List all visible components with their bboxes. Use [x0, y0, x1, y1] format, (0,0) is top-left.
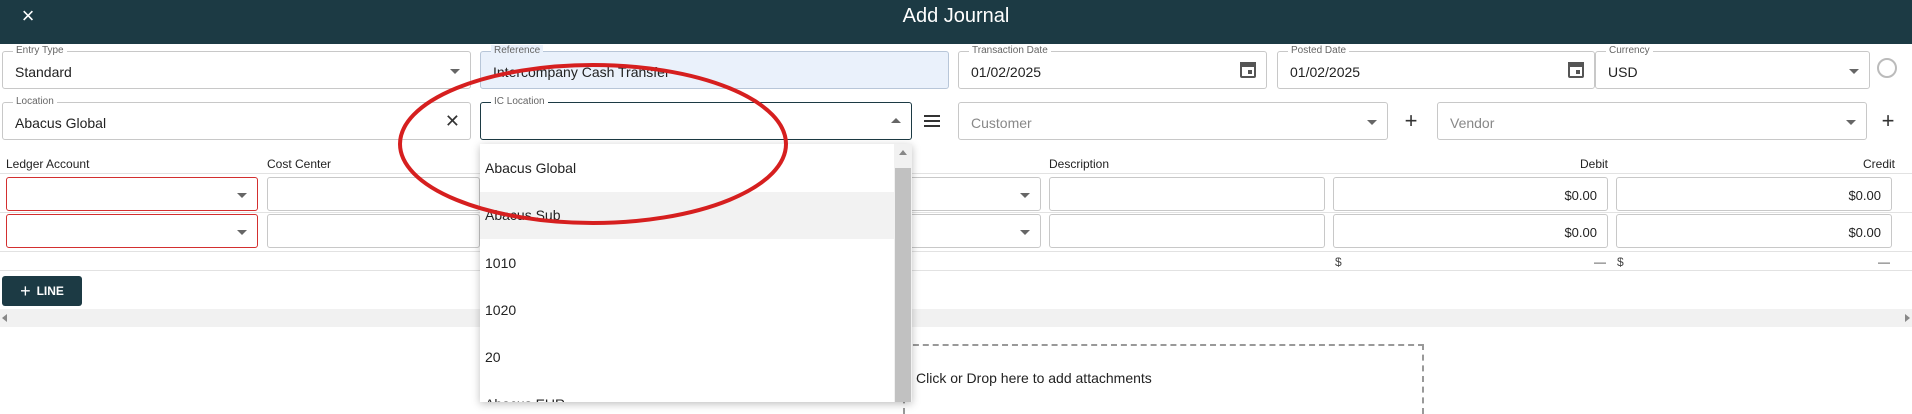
customer-select[interactable]: Customer [958, 102, 1388, 140]
reference-field[interactable]: Reference Intercompany Cash Transfer [480, 45, 949, 89]
col-debit: Debit [1580, 157, 1609, 171]
add-line-button[interactable]: + LINE [2, 276, 82, 306]
add-line-label: LINE [36, 284, 64, 298]
currency-label: Currency [1606, 45, 1653, 57]
ic-location-label: IC Location [491, 96, 548, 108]
ic-location-dropdown: Abacus Global Abacus Sub 1010 1020 20 Ab… [480, 144, 912, 402]
debit-amount: $0.00 [1564, 225, 1597, 240]
credit-total-value: — [1878, 255, 1890, 269]
location-select[interactable]: Location Abacus Global ✕ [2, 96, 471, 140]
col-description: Description [1049, 157, 1110, 171]
chevron-down-icon [237, 193, 247, 198]
chevron-down-icon [237, 230, 247, 235]
plus-icon: + [20, 281, 31, 301]
horizontal-scrollbar[interactable] [0, 309, 1912, 327]
dialog-title: Add Journal [902, 5, 1010, 27]
transaction-date-label: Transaction Date [969, 45, 1051, 57]
list-icon[interactable] [918, 104, 946, 138]
dialog-header: × Add Journal [0, 0, 1912, 44]
dropdown-option[interactable]: Abacus Global [480, 145, 894, 192]
currency-select[interactable]: Currency USD [1595, 45, 1870, 89]
vendor-select[interactable]: Vendor [1437, 102, 1867, 140]
description-input[interactable] [1049, 177, 1325, 211]
chevron-up-icon [891, 118, 901, 123]
calendar-icon[interactable] [1568, 62, 1584, 78]
reference-value: Intercompany Cash Transfer [493, 64, 670, 80]
debit-input[interactable]: $0.00 [1333, 214, 1608, 248]
posted-date-label: Posted Date [1288, 45, 1350, 57]
entry-type-value: Standard [15, 64, 72, 80]
scroll-up-icon[interactable] [899, 150, 907, 155]
dropdown-scrollbar[interactable] [894, 144, 912, 402]
divider [0, 212, 1912, 213]
divider [0, 173, 1912, 174]
currency-value: USD [1608, 64, 1638, 80]
col-cost-center: Cost Center [267, 157, 332, 171]
credit-amount: $0.00 [1848, 225, 1881, 240]
reference-label: Reference [491, 45, 544, 57]
description-input[interactable] [1049, 214, 1325, 248]
credit-input[interactable]: $0.00 [1616, 214, 1892, 248]
posted-date-field[interactable]: Posted Date 01/02/2025 [1277, 45, 1595, 89]
location-value: Abacus Global [15, 115, 107, 131]
location-label: Location [13, 96, 57, 108]
dropdown-option[interactable]: 20 [480, 334, 894, 381]
cost-center-select[interactable] [267, 214, 480, 248]
divider [0, 251, 1912, 252]
menu-lines [924, 115, 940, 127]
dropdown-option[interactable]: 1010 [480, 240, 894, 287]
transaction-date-field[interactable]: Transaction Date 01/02/2025 [958, 45, 1267, 89]
sync-icon[interactable] [1877, 58, 1897, 78]
chevron-down-icon [1020, 230, 1030, 235]
col-credit: Credit [1863, 157, 1896, 171]
transaction-date-value: 01/02/2025 [971, 64, 1042, 80]
dropdown-option[interactable]: Abacus Sub [480, 192, 894, 239]
chevron-down-icon [1367, 120, 1377, 125]
dropdown-option[interactable]: 1020 [480, 287, 894, 334]
col-ledger-account: Ledger Account [6, 157, 90, 171]
ledger-account-select[interactable] [6, 177, 258, 211]
dimension-select[interactable] [905, 214, 1041, 248]
attachment-dropzone[interactable]: Click or Drop here to add attachments [903, 344, 1424, 414]
dropdown-option[interactable]: Abacus EUR [480, 381, 894, 402]
chevron-down-icon [1020, 193, 1030, 198]
customer-placeholder: Customer [971, 115, 1032, 131]
credit-total-symbol: $ [1617, 255, 1624, 269]
ic-location-select[interactable]: IC Location [480, 96, 912, 140]
chevron-down-icon [1846, 120, 1856, 125]
dropzone-text: Click or Drop here to add attachments [916, 370, 1152, 386]
debit-amount: $0.00 [1564, 188, 1597, 203]
chevron-down-icon [1849, 69, 1859, 74]
debit-total-symbol: $ [1335, 255, 1342, 269]
chevron-down-icon [450, 69, 460, 74]
dimension-select[interactable] [905, 177, 1041, 211]
scroll-left-icon[interactable] [2, 314, 7, 322]
debit-input[interactable]: $0.00 [1333, 177, 1608, 211]
posted-date-value: 01/02/2025 [1290, 64, 1361, 80]
entry-type-label: Entry Type [13, 45, 67, 57]
scrollbar-thumb[interactable] [895, 168, 911, 402]
debit-total-value: — [1594, 255, 1606, 269]
cost-center-select[interactable] [267, 177, 480, 211]
credit-amount: $0.00 [1848, 188, 1881, 203]
entry-type-select[interactable]: Entry Type Standard [2, 45, 471, 89]
divider [0, 270, 1912, 271]
clear-icon[interactable]: ✕ [445, 111, 460, 131]
plus-icon[interactable]: + [1874, 104, 1902, 138]
vendor-placeholder: Vendor [1450, 115, 1495, 131]
plus-icon[interactable]: + [1397, 104, 1425, 138]
ledger-account-select[interactable] [6, 214, 258, 248]
scroll-right-icon[interactable] [1905, 314, 1910, 322]
calendar-icon[interactable] [1240, 62, 1256, 78]
credit-input[interactable]: $0.00 [1616, 177, 1892, 211]
